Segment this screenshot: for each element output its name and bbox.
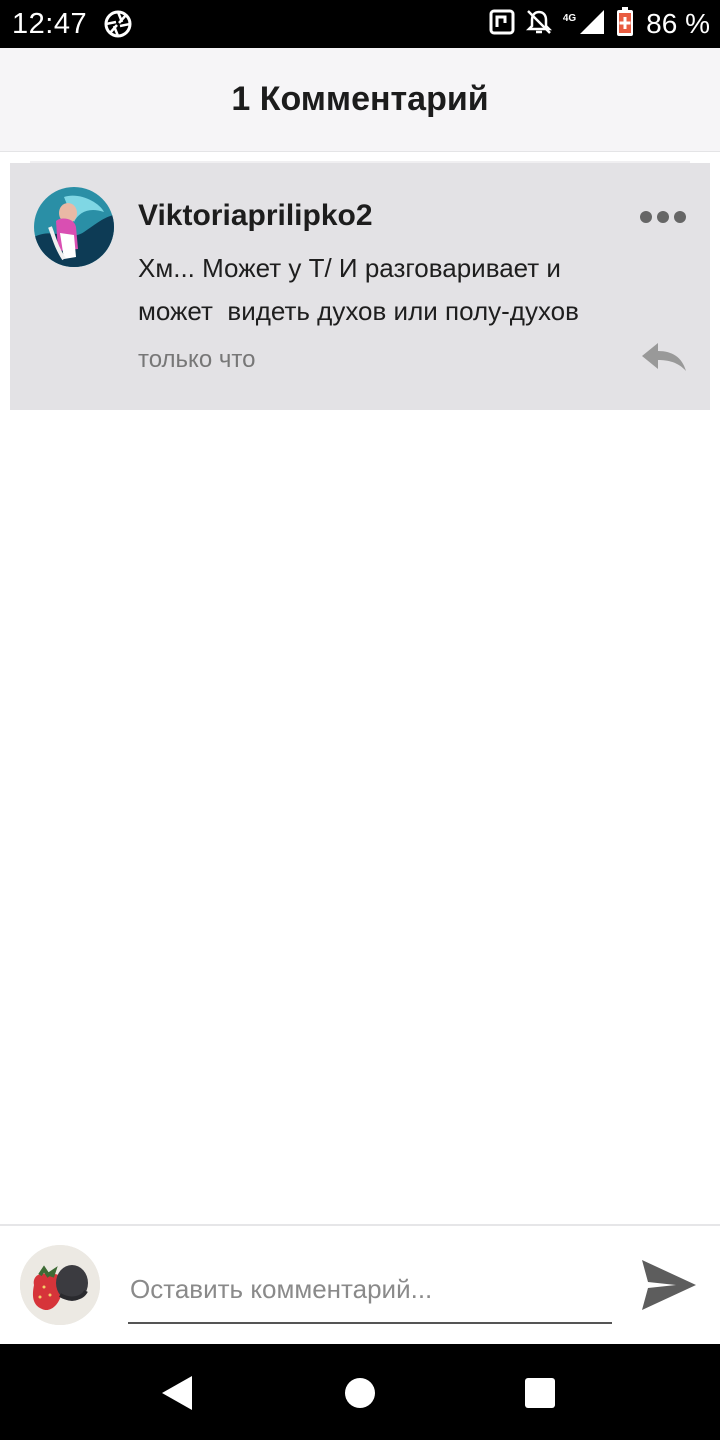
status-bar: 12:47 4G 86 %	[0, 0, 720, 48]
recents-icon[interactable]	[525, 1378, 555, 1408]
network-type: 4G	[562, 12, 577, 24]
comment-input[interactable]	[128, 1256, 612, 1324]
signal-icon	[578, 8, 606, 41]
navigation-bar	[0, 1344, 720, 1440]
comment-item: Viktoriaprilipko2 Хм... Может у Т/ И раз…	[10, 163, 710, 410]
aperture-icon	[104, 10, 132, 38]
back-icon[interactable]	[160, 1374, 196, 1412]
battery-percent: 86 %	[646, 8, 710, 39]
comments-header: 1 Комментарий	[0, 48, 720, 152]
avatar[interactable]	[20, 1245, 100, 1325]
reply-icon[interactable]	[640, 341, 688, 375]
comment-timestamp: только что	[138, 346, 256, 373]
home-icon[interactable]	[345, 1378, 375, 1408]
send-icon[interactable]	[640, 1256, 698, 1314]
nfc-icon	[489, 9, 515, 40]
battery-icon	[616, 6, 634, 42]
more-icon[interactable]	[640, 207, 686, 227]
status-icons: 4G 86 %	[489, 6, 710, 42]
page-title: 1 Комментарий	[231, 80, 489, 118]
comment-text: Хм... Может у Т/ И разговаривает и может…	[138, 253, 579, 326]
comment-author[interactable]: Viktoriaprilipko2	[138, 199, 373, 233]
status-time: 12:47	[12, 8, 88, 40]
bell-off-icon	[525, 8, 553, 41]
comment-input-bar	[0, 1224, 720, 1344]
avatar[interactable]	[34, 187, 114, 267]
